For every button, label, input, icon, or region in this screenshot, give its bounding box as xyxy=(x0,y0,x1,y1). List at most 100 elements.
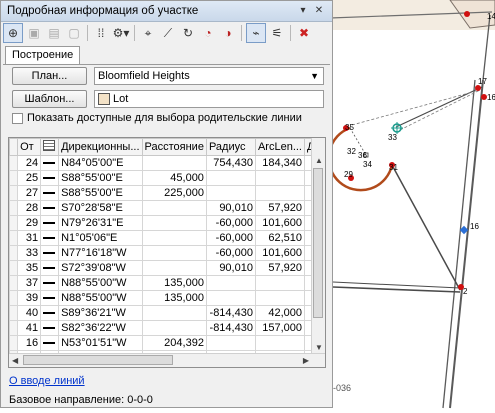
scroll-up-icon[interactable]: ▲ xyxy=(315,156,323,165)
bearing-icon[interactable]: ⚟ xyxy=(268,24,286,42)
crosshair-icon[interactable]: ⊕ xyxy=(3,23,23,43)
cell-direction[interactable]: N88°55'00"W xyxy=(58,290,143,306)
cell-radius[interactable]: -60,000 xyxy=(205,215,256,231)
cell-type[interactable] xyxy=(40,320,60,336)
copy-icon[interactable]: ▤ xyxy=(45,24,63,42)
row-header[interactable] xyxy=(9,155,19,171)
table-row[interactable]: 41 S82°36'22"W -814,430 157,000 xyxy=(9,320,325,336)
cell-distance[interactable]: 45,000 xyxy=(141,170,207,186)
cell-radius[interactable] xyxy=(205,185,256,201)
cell-arclength[interactable] xyxy=(254,275,306,291)
table-row[interactable]: 16 N53°01'51"W 204,392 xyxy=(9,335,325,351)
cell-from[interactable]: 16 xyxy=(17,335,42,351)
template-button[interactable]: Шаблон... xyxy=(12,90,87,108)
row-header[interactable] xyxy=(9,185,19,201)
traverse-point[interactable] xyxy=(464,11,470,17)
cell-direction[interactable]: S82°36'22"W xyxy=(58,320,143,336)
table-row[interactable]: 33 N77°16'18"W -60,000 101,600 xyxy=(9,245,325,261)
circle-tool-icon[interactable]: ◑ xyxy=(219,24,237,42)
cell-distance[interactable]: 204,392 xyxy=(141,335,207,351)
options-dropdown-icon[interactable]: ⚙▾ xyxy=(112,24,130,42)
column-header-radius[interactable]: Радиус xyxy=(205,138,256,156)
cell-type[interactable] xyxy=(40,260,60,276)
cell-radius[interactable] xyxy=(205,275,256,291)
points-grid-icon[interactable]: ⁞⁞ xyxy=(92,24,110,42)
curve-tool-icon[interactable]: ◔ xyxy=(199,24,217,42)
table-row[interactable]: 31 N1°05'06"E -60,000 62,510 xyxy=(9,230,325,246)
row-header[interactable] xyxy=(9,320,19,336)
cell-from[interactable]: 31 xyxy=(17,230,42,246)
table-row[interactable]: 27 S88°55'00"E 225,000 xyxy=(9,185,325,201)
cell-distance[interactable]: 225,000 xyxy=(141,185,207,201)
cell-from[interactable]: 41 xyxy=(17,320,42,336)
delete-icon[interactable]: ✖ xyxy=(295,24,313,42)
row-header[interactable] xyxy=(9,305,19,321)
row-header[interactable] xyxy=(9,260,19,276)
cell-type[interactable] xyxy=(40,245,60,261)
cell-direction[interactable]: N1°05'06"E xyxy=(58,230,143,246)
cell-type[interactable] xyxy=(40,230,60,246)
cell-type[interactable] xyxy=(40,215,60,231)
cell-type[interactable] xyxy=(40,275,60,291)
cell-distance[interactable]: 135,000 xyxy=(141,275,207,291)
scroll-left-icon[interactable]: ◀ xyxy=(12,356,18,365)
show-parent-lines-checkbox[interactable] xyxy=(12,113,23,124)
cell-direction[interactable]: N84°05'00"E xyxy=(58,155,143,171)
column-header-from[interactable]: От xyxy=(17,138,42,156)
cell-distance[interactable] xyxy=(141,230,207,246)
close-icon[interactable]: ✕ xyxy=(312,4,326,17)
cell-direction[interactable]: N88°55'00"W xyxy=(58,275,143,291)
cell-distance[interactable]: 135,000 xyxy=(141,290,207,306)
horizontal-scroll-thumb[interactable] xyxy=(23,355,173,365)
cell-distance[interactable] xyxy=(141,260,207,276)
traverse-grid[interactable]: От Дирекционны... Расстояние Радиус ArcL… xyxy=(8,137,326,368)
row-header[interactable] xyxy=(9,290,19,306)
row-header[interactable] xyxy=(9,200,19,216)
vertical-scroll-thumb[interactable] xyxy=(313,168,323,318)
cell-arclength[interactable]: 184,340 xyxy=(254,155,306,171)
cell-arclength[interactable] xyxy=(254,185,306,201)
cell-direction[interactable]: S88°55'00"E xyxy=(58,185,143,201)
scroll-down-icon[interactable]: ▼ xyxy=(315,343,323,352)
table-row[interactable]: 24 N84°05'00"E 754,430 184,340 xyxy=(9,155,325,171)
scroll-right-icon[interactable]: ▶ xyxy=(303,356,309,365)
cell-radius[interactable]: -60,000 xyxy=(205,230,256,246)
plan-combo[interactable]: Bloomfield Heights ▼ xyxy=(94,67,324,85)
cell-radius[interactable]: -60,000 xyxy=(205,245,256,261)
row-header[interactable] xyxy=(9,245,19,261)
cell-arclength[interactable] xyxy=(254,170,306,186)
row-header[interactable] xyxy=(9,230,19,246)
paste-icon[interactable]: ▣ xyxy=(25,24,43,42)
about-line-entry-link[interactable]: О вводе линий xyxy=(9,375,85,387)
cell-radius[interactable] xyxy=(205,170,256,186)
cell-type[interactable] xyxy=(40,335,60,351)
cell-direction[interactable]: N53°01'51"W xyxy=(58,335,143,351)
line-tool-icon[interactable]: ⟋ xyxy=(159,24,177,42)
column-header-arclength[interactable]: ArcLen... xyxy=(254,138,306,156)
cell-from[interactable]: 24 xyxy=(17,155,42,171)
table-row[interactable]: 40 S89°36'21"W -814,430 42,000 xyxy=(9,305,325,321)
plan-button[interactable]: План... xyxy=(12,67,87,85)
cell-from[interactable]: 37 xyxy=(17,275,42,291)
table-row[interactable]: 29 N79°26'31"E -60,000 101,600 xyxy=(9,215,325,231)
cell-arclength[interactable]: 57,920 xyxy=(254,200,306,216)
traverse-icon[interactable]: ⌖ xyxy=(139,24,157,42)
row-header[interactable] xyxy=(9,170,19,186)
cell-radius[interactable]: -814,430 xyxy=(205,305,256,321)
cell-from[interactable]: 25 xyxy=(17,170,42,186)
cell-arclength[interactable]: 101,600 xyxy=(254,245,306,261)
column-header-type-icon[interactable] xyxy=(40,138,60,156)
cell-radius[interactable] xyxy=(205,290,256,306)
cell-distance[interactable] xyxy=(141,305,207,321)
table-row[interactable]: 25 S88°55'00"E 45,000 xyxy=(9,170,325,186)
cell-distance[interactable] xyxy=(141,320,207,336)
cell-distance[interactable] xyxy=(141,215,207,231)
table-row[interactable]: 28 S70°28'58"E 90,010 57,920 xyxy=(9,200,325,216)
cell-direction[interactable]: S72°39'08"W xyxy=(58,260,143,276)
template-field[interactable]: Lot xyxy=(94,90,324,108)
cell-direction[interactable]: S70°28'58"E xyxy=(58,200,143,216)
table-row[interactable]: 39 N88°55'00"W 135,000 xyxy=(9,290,325,306)
chevron-down-icon[interactable]: ▼ xyxy=(310,71,319,81)
horizontal-scrollbar[interactable]: ◀ ▶ xyxy=(9,353,325,367)
cell-arclength[interactable]: 101,600 xyxy=(254,215,306,231)
